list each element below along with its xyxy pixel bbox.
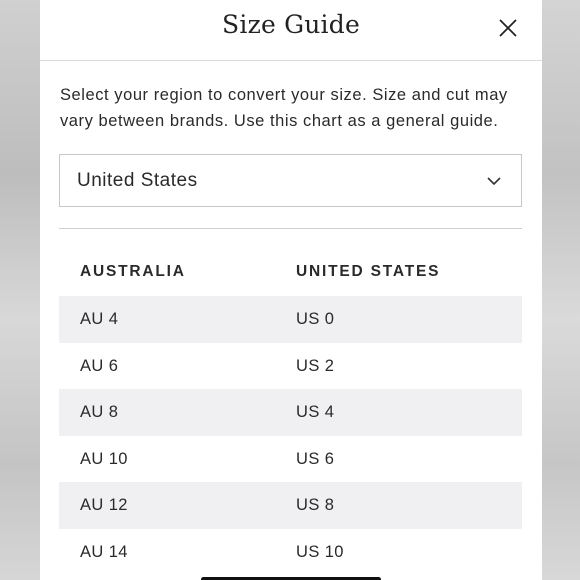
size-guide-modal: Size Guide Select your region to convert…: [40, 0, 542, 580]
region-select[interactable]: United States: [59, 154, 522, 207]
us-size-cell: US 6: [296, 449, 335, 468]
au-size-cell: AU 10: [80, 449, 128, 468]
background-right: [542, 0, 580, 580]
intro-text: Select your region to convert your size.…: [60, 86, 508, 130]
region-select-value: United States: [77, 170, 198, 191]
au-size-cell: AU 14: [80, 542, 128, 561]
au-size-cell: AU 6: [80, 356, 119, 375]
modal-header: Size Guide: [40, 0, 542, 61]
close-icon: [499, 19, 517, 37]
chevron-down-icon: [487, 177, 501, 186]
table-row: AU 6 US 2: [59, 343, 522, 390]
table-row: AU 8 US 4: [59, 389, 522, 436]
us-size-cell: US 4: [296, 403, 335, 421]
au-size-cell: AU 12: [80, 496, 128, 514]
us-size-cell: US 10: [296, 542, 344, 561]
close-button[interactable]: [495, 15, 521, 41]
table-row: AU 14 US 10: [59, 529, 522, 576]
table-row: AU 4 US 0: [59, 296, 522, 343]
modal-title: Size Guide: [222, 10, 360, 39]
us-size-cell: US 0: [296, 310, 335, 328]
column-header-united-states: UNITED STATES: [296, 263, 441, 280]
size-table: AUSTRALIA UNITED STATES AU 4 US 0 AU 6 U…: [59, 250, 522, 575]
table-row: AU 10 US 6: [59, 436, 522, 483]
table-header: AUSTRALIA UNITED STATES: [59, 250, 522, 296]
background-left: [0, 0, 40, 580]
au-size-cell: AU 4: [80, 310, 119, 328]
au-size-cell: AU 8: [80, 403, 119, 421]
us-size-cell: US 8: [296, 496, 335, 514]
table-row: AU 12 US 8: [59, 482, 522, 529]
column-header-australia: AUSTRALIA: [80, 263, 186, 280]
divider: [59, 228, 522, 229]
us-size-cell: US 2: [296, 356, 335, 375]
